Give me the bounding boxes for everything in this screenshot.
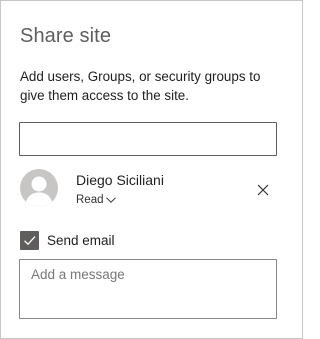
panel-title: Share site xyxy=(20,25,112,47)
people-picker-input[interactable] xyxy=(19,122,277,156)
person-icon xyxy=(25,176,53,207)
message-field[interactable] xyxy=(19,259,277,319)
share-site-panel: Share site Add users, Groups, or securit… xyxy=(0,0,303,339)
remove-person-button[interactable] xyxy=(254,181,272,199)
avatar xyxy=(20,169,58,207)
panel-description: Add users, Groups, or security groups to… xyxy=(20,69,261,103)
chevron-down-icon xyxy=(105,197,116,203)
send-email-label: Send email xyxy=(47,233,115,248)
permission-label: Read xyxy=(76,194,104,206)
close-icon xyxy=(257,184,269,196)
checkmark-icon xyxy=(24,236,36,246)
permission-dropdown[interactable]: Read xyxy=(76,194,117,206)
send-email-checkbox[interactable] xyxy=(20,231,39,250)
person-name: Diego Siciliani xyxy=(76,172,164,188)
